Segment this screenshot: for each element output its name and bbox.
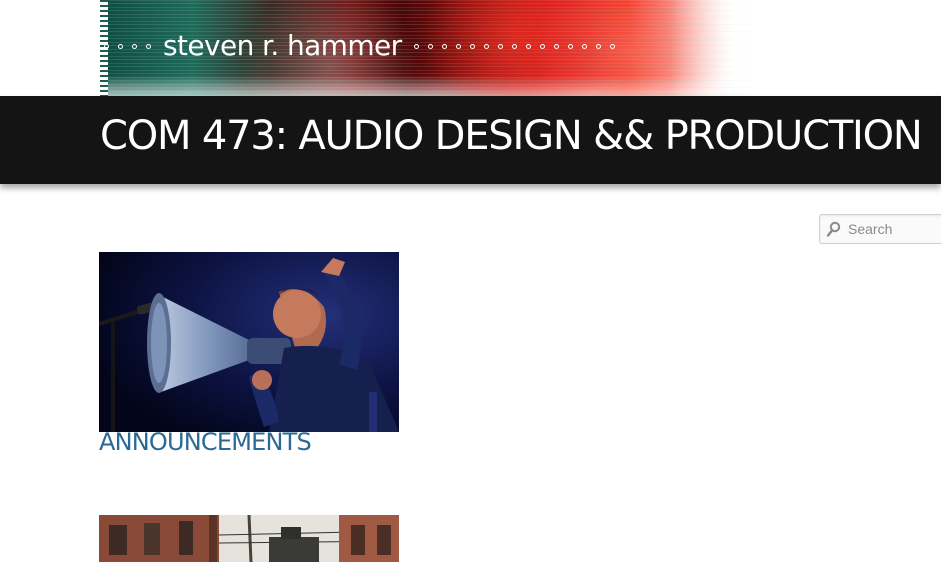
street-scene-photo [99, 515, 399, 562]
page-title-bar: COM 473: AUDIO DESIGN && PRODUCTION [0, 96, 941, 184]
decorative-dot [469, 43, 475, 49]
decorative-dot [132, 43, 137, 49]
megaphone-performer-photo [99, 252, 399, 432]
decorative-dot [497, 43, 503, 49]
post-thumbnail-2[interactable] [99, 515, 399, 562]
decorative-dot [567, 43, 573, 49]
decorative-dot [427, 43, 433, 49]
decorative-dot [609, 43, 615, 49]
decorative-dot [525, 43, 531, 49]
search-icon [826, 221, 841, 237]
post-title-link[interactable]: ANNOUNCEMENTS [99, 428, 312, 457]
search-box[interactable] [819, 214, 941, 244]
site-branding[interactable]: steven r. hammer [104, 26, 615, 66]
decorative-dot [441, 43, 447, 49]
page-title: COM 473: AUDIO DESIGN && PRODUCTION [100, 113, 923, 159]
search-input[interactable] [846, 220, 940, 238]
decorative-dot [455, 43, 461, 49]
decorative-dot [553, 43, 559, 49]
decorative-dot [146, 43, 151, 49]
decorative-dots-right [413, 43, 615, 49]
post-thumbnail-announcements[interactable] [99, 252, 399, 432]
decorative-dot [511, 43, 517, 49]
decorative-dot [483, 43, 489, 49]
decorative-dot [104, 43, 109, 49]
decorative-dots-left [104, 43, 151, 49]
site-title[interactable]: steven r. hammer [163, 32, 402, 60]
decorative-dot [413, 43, 419, 49]
decorative-dot [595, 43, 601, 49]
decorative-dot [118, 43, 123, 49]
decorative-dot [539, 43, 545, 49]
decorative-dot [581, 43, 587, 49]
